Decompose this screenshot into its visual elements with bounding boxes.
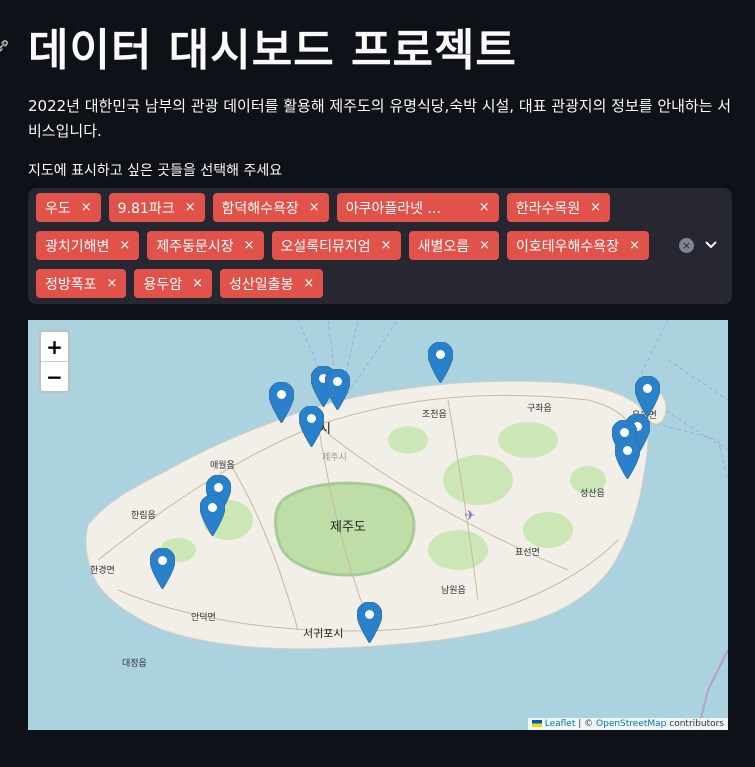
tag-label: 이호테우해수욕장 xyxy=(516,238,620,255)
selected-tags: 우도 × 9.81파크 × 함덕해수욕장 × 아쿠아플라넷 ... × 한라수목원 × 광… xyxy=(36,193,676,298)
tag-label: 제주동문시장 xyxy=(156,238,234,255)
tag-remove-icon[interactable]: × xyxy=(303,276,314,291)
map-label-hallim: 한림읍 xyxy=(131,511,156,521)
map-label-andeok: 안덕면 xyxy=(191,613,216,623)
leaflet-flag-icon xyxy=(531,720,542,727)
tag-jeongbang: 정방폭포 × xyxy=(36,269,127,298)
place-multiselect[interactable]: 우도 × 9.81파크 × 함덕해수욕장 × 아쿠아플라넷 ... × 한라수목원 × 광… xyxy=(28,188,732,304)
map-label-pyoseon: 표선면 xyxy=(515,548,540,558)
tag-label: 한라수목원 xyxy=(515,200,581,217)
tag-dongmun-market: 제주동문시장 × xyxy=(147,231,264,260)
link-icon[interactable] xyxy=(0,28,18,64)
map-label-gujwa: 구좌읍 xyxy=(527,404,552,414)
tag-halla-arboretum: 한라수목원 × xyxy=(506,193,611,222)
page-description: 2022년 대한민국 남부의 관광 데이터를 활용해 제주도의 유명식당,숙박 … xyxy=(28,97,732,140)
map-marker-icon[interactable] xyxy=(428,342,453,383)
map-marker-icon[interactable] xyxy=(150,548,175,589)
map-attribution: Leaflet | © OpenStreetMap contributors xyxy=(527,718,728,730)
page-title: 데이터 대시보드 프로젝트 xyxy=(28,25,517,76)
zoom-out-button[interactable]: − xyxy=(41,362,68,391)
chevron-down-icon[interactable] xyxy=(702,235,720,253)
map-marker-icon[interactable] xyxy=(357,602,382,643)
leaflet-link[interactable]: Leaflet xyxy=(545,719,576,729)
tag-remove-icon[interactable]: × xyxy=(629,238,640,253)
tag-label: 오설록티뮤지엄 xyxy=(280,238,371,255)
map-label-jejudo: 제주도 xyxy=(330,520,366,535)
map-label-jejusi-small: 제주시 xyxy=(322,453,347,463)
zoom-control: + − xyxy=(39,330,70,393)
tag-remove-icon[interactable]: × xyxy=(81,200,92,215)
tag-remove-icon[interactable]: × xyxy=(479,200,490,215)
tag-aquaplanet: 아쿠아플라넷 ... × xyxy=(336,193,499,222)
tag-remove-icon[interactable]: × xyxy=(590,200,601,215)
tag-label: 새별오름 xyxy=(417,238,470,255)
tag-label: 우도 xyxy=(45,200,71,217)
tag-udo: 우도 × xyxy=(36,193,101,222)
tag-remove-icon[interactable]: × xyxy=(119,238,130,253)
map-marker-icon[interactable] xyxy=(635,376,660,417)
tag-remove-icon[interactable]: × xyxy=(192,276,203,291)
clear-all-icon[interactable]: × xyxy=(679,238,694,253)
map-marker-icon[interactable] xyxy=(299,406,324,447)
tag-osulloc: 오설록티뮤지엄 × xyxy=(271,231,401,260)
osm-link[interactable]: OpenStreetMap xyxy=(596,719,666,729)
tag-yongduam: 용두암 × xyxy=(134,269,212,298)
svg-text:✈: ✈ xyxy=(464,508,476,524)
attribution-separator: | © xyxy=(575,719,597,729)
map-marker-icon[interactable] xyxy=(200,495,225,536)
tag-gwangchigi: 광치기해변 × xyxy=(36,231,140,260)
tag-label: 성산일출봉 xyxy=(228,276,294,293)
attribution-suffix: contributors xyxy=(666,719,724,729)
map-label-seongsan: 성산읍 xyxy=(580,489,605,499)
tag-iho-tewoo: 이호테우해수욕장 × xyxy=(507,231,649,260)
tag-remove-icon[interactable]: × xyxy=(309,200,320,215)
tag-label: 광치기해변 xyxy=(45,238,110,255)
map-label-hangyeong: 한경면 xyxy=(90,566,115,576)
tag-seongsan: 성산일출봉 × xyxy=(219,269,324,298)
map-marker-icon[interactable] xyxy=(269,382,294,423)
tag-remove-icon[interactable]: × xyxy=(107,276,118,291)
tag-hamdeok: 함덕해수욕장 × xyxy=(212,193,329,222)
tag-remove-icon[interactable]: × xyxy=(244,238,255,253)
tag-remove-icon[interactable]: × xyxy=(479,238,490,253)
tag-label: 함덕해수욕장 xyxy=(221,200,299,217)
tag-label: 정방폭포 xyxy=(45,276,97,293)
map-label-seogwipo: 서귀포시 xyxy=(303,627,344,640)
tag-remove-icon[interactable]: × xyxy=(185,200,196,215)
tag-label: 9.81파크 xyxy=(117,200,175,217)
zoom-in-button[interactable]: + xyxy=(41,332,68,362)
map-label-aewol: 애월읍 xyxy=(210,461,235,471)
map-marker-icon[interactable] xyxy=(325,369,350,410)
map[interactable]: ✈ 주시 제주시 제주도 애월읍 한림읍 한경면 안덕면 대정읍 서귀포시 남원… xyxy=(28,320,728,730)
map-label-namwon: 남원읍 xyxy=(441,586,466,596)
tag-label: 아쿠아플라넷 ... xyxy=(345,200,441,217)
tag-label: 용두암 xyxy=(143,276,183,293)
map-marker-icon[interactable] xyxy=(615,438,640,479)
multiselect-label: 지도에 표시하고 싶은 곳들을 선택해 주세요 xyxy=(28,163,283,179)
tag-saebyeol: 새별오름 × xyxy=(408,231,500,260)
tag-remove-icon[interactable]: × xyxy=(381,238,392,253)
map-label-jocheon: 조천읍 xyxy=(422,410,447,420)
map-label-daejeong: 대정읍 xyxy=(122,659,147,669)
tag-981park: 9.81파크 × xyxy=(108,193,205,222)
